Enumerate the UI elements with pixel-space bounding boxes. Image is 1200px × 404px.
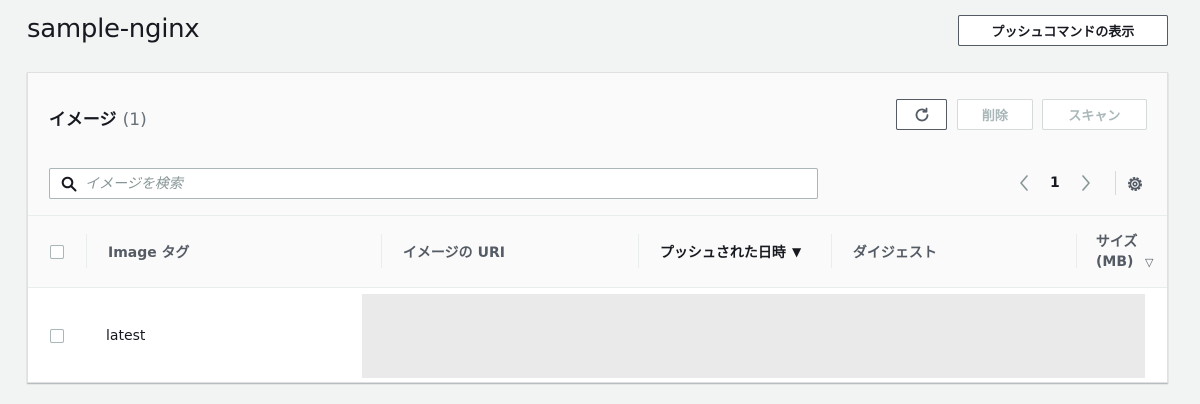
preferences-button[interactable] [1125, 174, 1145, 194]
pager-divider [1115, 171, 1116, 195]
panel-title: イメージ (1) [49, 105, 147, 130]
column-header-tag[interactable]: Image タグ [108, 216, 190, 288]
next-page-button[interactable] [1080, 173, 1092, 193]
chevron-right-icon [1082, 175, 1090, 191]
refresh-button[interactable] [896, 99, 947, 130]
table-row: latest [28, 288, 1167, 384]
gear-icon [1128, 177, 1142, 191]
sort-descending-icon: ▼ [792, 245, 802, 259]
size-label-line1: サイズ [1096, 234, 1138, 250]
column-divider [381, 234, 382, 268]
images-panel: イメージ (1) 削除 スキャン イメージを検索 1 Image タグ イメージ… [27, 72, 1168, 383]
table-header: Image タグ イメージの URI プッシュされた日時 ▼ ダイジェスト サイ… [28, 216, 1167, 288]
search-input[interactable] [85, 175, 785, 192]
redacted-cells [362, 294, 1145, 378]
search-box[interactable] [49, 168, 818, 199]
scan-button[interactable]: スキャン [1042, 99, 1147, 130]
chevron-left-icon [1020, 175, 1028, 191]
column-header-size[interactable]: サイズ (MB) [1096, 216, 1138, 288]
delete-button[interactable]: 削除 [957, 99, 1033, 130]
column-divider [638, 234, 639, 268]
size-label-line2: (MB) [1096, 254, 1134, 270]
sort-icon: ▽ [1145, 256, 1154, 269]
previous-page-button[interactable] [1018, 173, 1030, 193]
current-page-number[interactable]: 1 [1050, 175, 1060, 191]
column-header-uri[interactable]: イメージの URI [403, 216, 505, 288]
search-icon [61, 176, 77, 192]
page-title: sample-nginx [27, 14, 200, 44]
select-all-checkbox[interactable] [50, 245, 64, 259]
image-count: (1) [122, 110, 147, 130]
push-commands-button[interactable]: プッシュコマンドの表示 [958, 15, 1168, 46]
image-tag-cell: latest [106, 328, 146, 344]
panel-title-text: イメージ [49, 110, 117, 130]
column-divider [1076, 234, 1077, 268]
refresh-icon [913, 106, 931, 124]
panel-header: イメージ (1) 削除 スキャン イメージを検索 1 [28, 73, 1167, 216]
column-header-digest[interactable]: ダイジェスト [853, 216, 937, 288]
row-checkbox[interactable] [50, 329, 64, 343]
column-divider [831, 234, 832, 268]
column-header-pushed-at[interactable]: プッシュされた日時 ▼ [660, 216, 801, 288]
pushed-at-label: プッシュされた日時 [660, 245, 786, 261]
column-divider [86, 234, 87, 268]
